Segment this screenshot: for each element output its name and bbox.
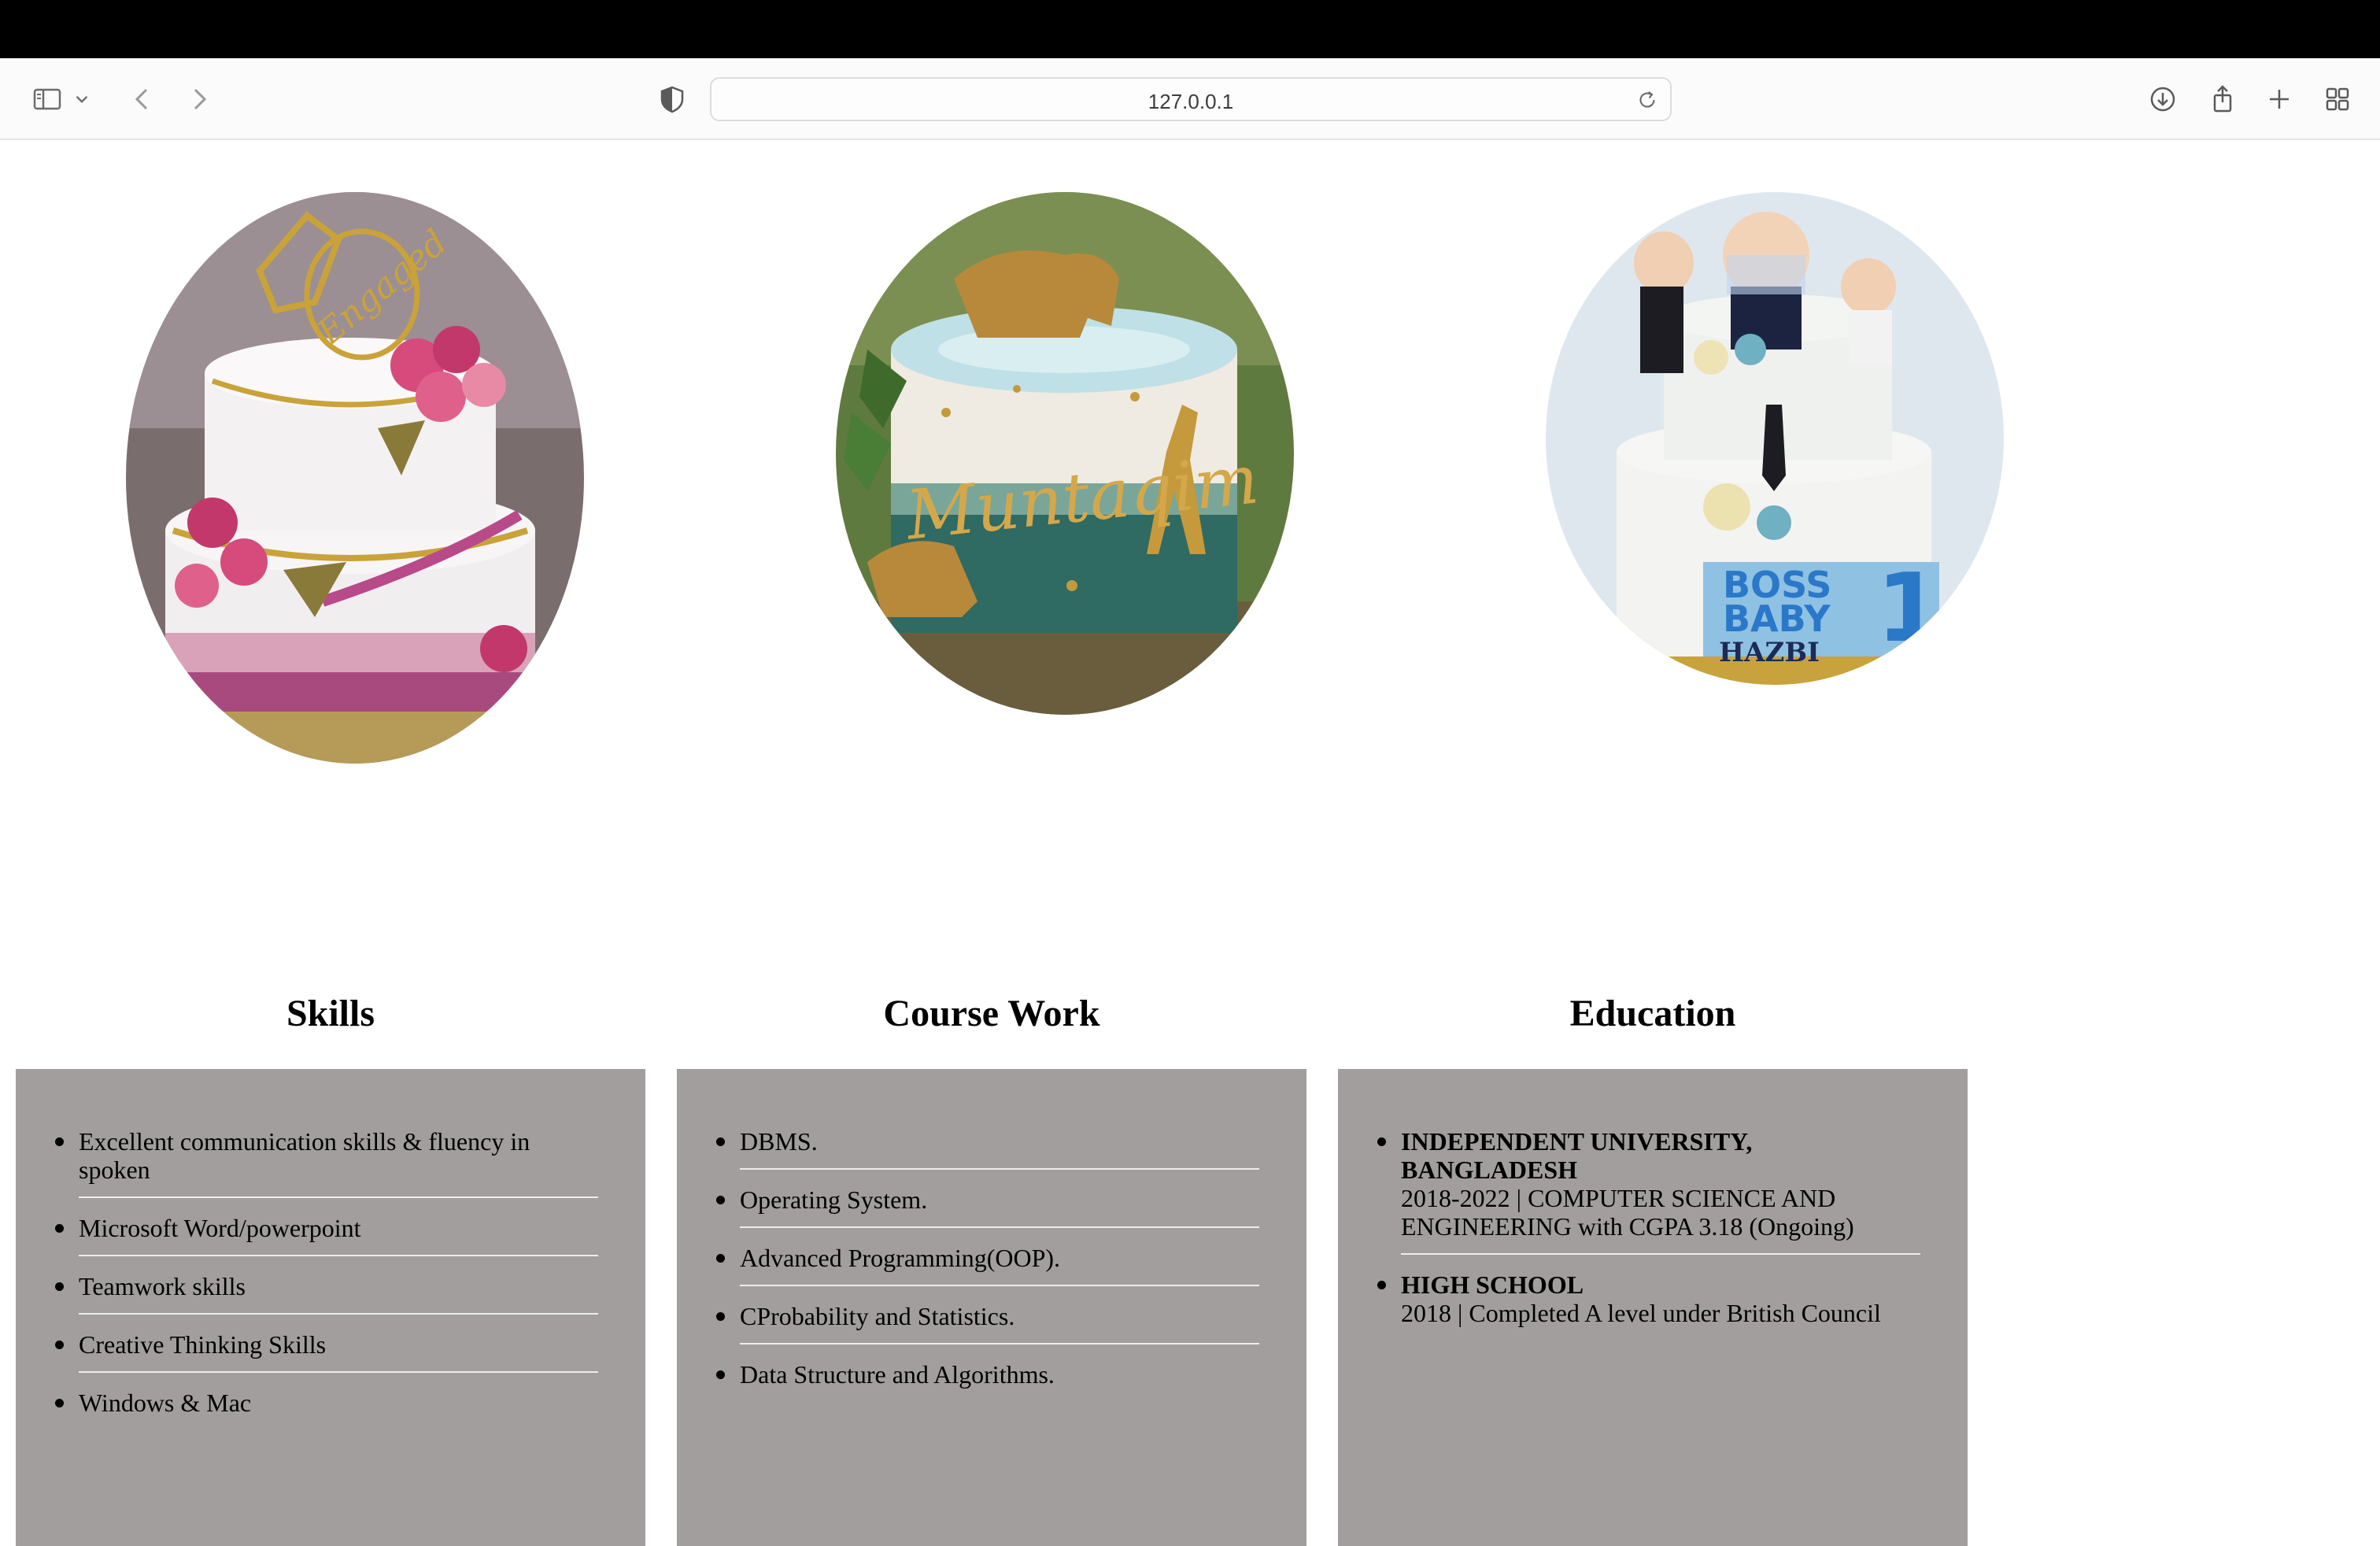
education-institution: HIGH SCHOOL (1401, 1270, 1584, 1299)
list-item: Advanced Programming(OOP). (716, 1244, 1259, 1286)
cake3-baby-text: BABY (1723, 597, 1831, 640)
share-icon[interactable] (2201, 77, 2245, 121)
education-title: Education (1569, 993, 1736, 1034)
skills-title: Skills (286, 993, 375, 1034)
cake3-number-text: 1 (1876, 554, 1942, 664)
education-institution: INDEPENDENT UNIVERSITY, BANGLADESH (1401, 1127, 1753, 1184)
skills-list: Excellent communication skills & fluency… (55, 1127, 598, 1445)
tab-overview-icon[interactable] (2315, 77, 2360, 121)
list-item: Teamwork skills (55, 1272, 598, 1315)
list-item: INDEPENDENT UNIVERSITY, BANGLADESH 2018-… (1377, 1127, 1920, 1255)
window-top-bar (0, 0, 2380, 58)
list-item: HIGH SCHOOL 2018 | Completed A level und… (1377, 1270, 1920, 1340)
coursework-list: DBMS. Operating System. Advanced Program… (716, 1127, 1259, 1417)
coursework-title: Course Work (883, 993, 1100, 1034)
coursework-box: DBMS. Operating System. Advanced Program… (677, 1069, 1306, 1546)
boss-baby-cake-image: BOSS BABY HAZBI 1 (1546, 192, 2004, 685)
list-item: Creative Thinking Skills (55, 1330, 598, 1373)
list-item: Microsoft Word/powerpoint (55, 1214, 598, 1256)
address-bar[interactable]: 127.0.0.1 (710, 77, 1672, 121)
engagement-cake-image: Engaged (126, 192, 584, 764)
forward-arrow-icon[interactable] (176, 77, 220, 121)
url-text: 127.0.0.1 (1148, 90, 1234, 113)
skills-box: Excellent communication skills & fluency… (16, 1069, 645, 1546)
education-detail: 2018 | Completed A level under British C… (1401, 1299, 1881, 1327)
list-item: Operating System. (716, 1185, 1259, 1228)
list-item: DBMS. (716, 1127, 1259, 1170)
list-item: CProbability and Statistics. (716, 1302, 1259, 1344)
browser-toolbar: 127.0.0.1 (0, 58, 2380, 140)
muntaqim-cake-image: Muntaqim (836, 192, 1294, 715)
list-item: Excellent communication skills & fluency… (55, 1127, 598, 1198)
list-item: Data Structure and Algorithms. (716, 1360, 1259, 1401)
list-item: Windows & Mac (55, 1389, 598, 1429)
back-arrow-icon[interactable] (121, 77, 165, 121)
chevron-down-icon[interactable] (69, 77, 94, 121)
education-list: INDEPENDENT UNIVERSITY, BANGLADESH 2018-… (1377, 1127, 1920, 1356)
new-tab-plus-icon[interactable] (2257, 77, 2301, 121)
reload-icon[interactable] (1634, 87, 1661, 113)
education-box: INDEPENDENT UNIVERSITY, BANGLADESH 2018-… (1338, 1069, 1968, 1546)
cake3-name-text: HAZBI (1719, 637, 1820, 668)
privacy-shield-icon[interactable] (650, 77, 694, 121)
sidebar-toggle-icon[interactable] (25, 77, 69, 121)
download-icon[interactable] (2141, 77, 2185, 121)
education-detail: 2018-2022 | COMPUTER SCIENCE AND ENGINEE… (1401, 1184, 1854, 1241)
